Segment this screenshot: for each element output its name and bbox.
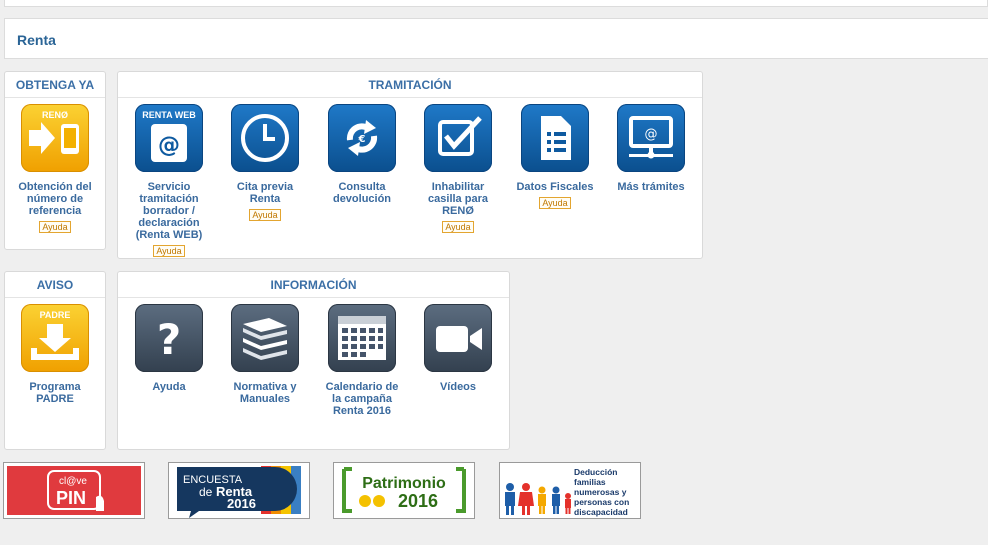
calendar-icon[interactable] (328, 304, 396, 372)
tile-label: Consulta devolución (332, 181, 392, 205)
tile-label: Vídeos (439, 381, 477, 393)
tile-renta-web[interactable]: RENTA WEB @ Servicio tramitación borrado… (129, 104, 209, 259)
svg-text:@: @ (645, 127, 658, 142)
svg-text:2016: 2016 (227, 496, 256, 511)
patrimonio-logo: Patrimonio 2016 (342, 467, 466, 513)
tile-normativa[interactable]: Normativa y Manuales (225, 304, 305, 405)
tile-mas-tramites[interactable]: @ Más trámites (611, 104, 691, 193)
svg-text:cl@ve: cl@ve (59, 476, 87, 487)
reno-icon[interactable]: RENØ (21, 104, 89, 172)
tile-label: Ayuda (152, 381, 186, 393)
informacion-heading: INFORMACIÓN (118, 272, 509, 298)
deduccion-familias-logo: Deducción familias numerosas y personas … (505, 467, 629, 517)
tile-calendario[interactable]: Calendario de la campaña Renta 2016 (322, 304, 402, 417)
svg-text:familias: familias (574, 477, 606, 487)
tile-label: Calendario de la campaña Renta 2016 (325, 381, 399, 417)
tile-programa-padre[interactable]: PADRE Programa PADRE (15, 304, 95, 405)
svg-text:Patrimonio: Patrimonio (362, 475, 446, 492)
page-title: Renta (17, 32, 56, 48)
svg-text:de: de (199, 485, 213, 499)
encuesta-renta-logo: ENCUESTA de Renta 2016 (177, 466, 301, 518)
clock-icon[interactable] (231, 104, 299, 172)
tile-ayuda[interactable]: ? Ayuda (129, 304, 209, 393)
svg-text:€: € (358, 134, 366, 145)
renta-web-icon[interactable]: RENTA WEB @ (135, 104, 203, 172)
aviso-heading: AVISO (5, 272, 105, 298)
svg-text:2016: 2016 (398, 491, 438, 511)
svg-text:Deducción: Deducción (574, 467, 617, 477)
help-link[interactable]: Ayuda (153, 245, 185, 257)
family-figures-icon (505, 483, 571, 515)
clave-pin-banner[interactable]: cl@ve PIN (3, 462, 145, 519)
tile-label: Programa PADRE (29, 381, 81, 405)
svg-text:?: ? (157, 315, 181, 364)
tile-numero-referencia[interactable]: RENØ Obtención del número de referencia … (15, 104, 95, 235)
svg-text:numerosas y: numerosas y (574, 487, 627, 497)
tile-label: Datos Fiscales (516, 181, 594, 193)
help-link[interactable]: Ayuda (249, 209, 281, 221)
svg-text:PIN: PIN (56, 488, 86, 508)
tramitacion-heading: TRAMITACIÓN (118, 72, 702, 98)
page-title-bar: Renta (4, 18, 988, 59)
checkbox-icon[interactable] (424, 104, 492, 172)
padre-download-icon[interactable]: PADRE (21, 304, 89, 372)
monitor-icon[interactable]: @ (617, 104, 685, 172)
question-icon[interactable]: ? (135, 304, 203, 372)
tile-videos[interactable]: Vídeos (418, 304, 498, 393)
obtenga-panel: OBTENGA YA RENØ Obtención del número de … (4, 71, 106, 250)
help-link[interactable]: Ayuda (39, 221, 71, 233)
tile-cita-previa[interactable]: Cita previa Renta Ayuda (225, 104, 305, 223)
informacion-panel: INFORMACIÓN ? Ayuda Normativa y Manuales (117, 271, 510, 450)
euro-refresh-icon[interactable]: € (328, 104, 396, 172)
tile-label: Servicio tramitación borrador / declarac… (135, 181, 203, 241)
tile-datos-fiscales[interactable]: Datos Fiscales Ayuda (515, 104, 595, 211)
books-icon[interactable] (231, 304, 299, 372)
svg-text:personas con: personas con (574, 497, 629, 507)
tile-label: Obtención del número de referencia (18, 181, 92, 217)
tramitacion-panel: TRAMITACIÓN RENTA WEB @ Servicio tramita… (117, 71, 703, 259)
help-link[interactable]: Ayuda (539, 197, 571, 209)
svg-text:@: @ (158, 133, 180, 158)
tile-consulta-devolucion[interactable]: € Consulta devolución (322, 104, 402, 205)
tile-label: Más trámites (617, 181, 685, 193)
tile-label: Normativa y Manuales (233, 381, 297, 405)
svg-text:discapacidad: discapacidad (574, 507, 628, 517)
clave-pin-logo: cl@ve PIN (7, 466, 141, 515)
patrimonio-banner[interactable]: Patrimonio 2016 (333, 462, 475, 519)
obtenga-heading: OBTENGA YA (5, 72, 105, 98)
tile-inhabilitar-casilla[interactable]: Inhabilitar casilla para RENØ Ayuda (418, 104, 498, 235)
arrow-phone-icon (29, 122, 79, 154)
video-camera-icon[interactable] (424, 304, 492, 372)
document-icon[interactable] (521, 104, 589, 172)
encuesta-renta-banner[interactable]: ENCUESTA de Renta 2016 (168, 462, 310, 519)
help-link[interactable]: Ayuda (442, 221, 474, 233)
tile-label: Cita previa Renta (236, 181, 294, 205)
aviso-panel: AVISO PADRE Programa PADRE (4, 271, 106, 450)
top-strip (4, 0, 988, 7)
deduccion-familias-banner[interactable]: Deducción familias numerosas y personas … (499, 462, 641, 519)
tile-label: Inhabilitar casilla para RENØ (428, 181, 488, 217)
